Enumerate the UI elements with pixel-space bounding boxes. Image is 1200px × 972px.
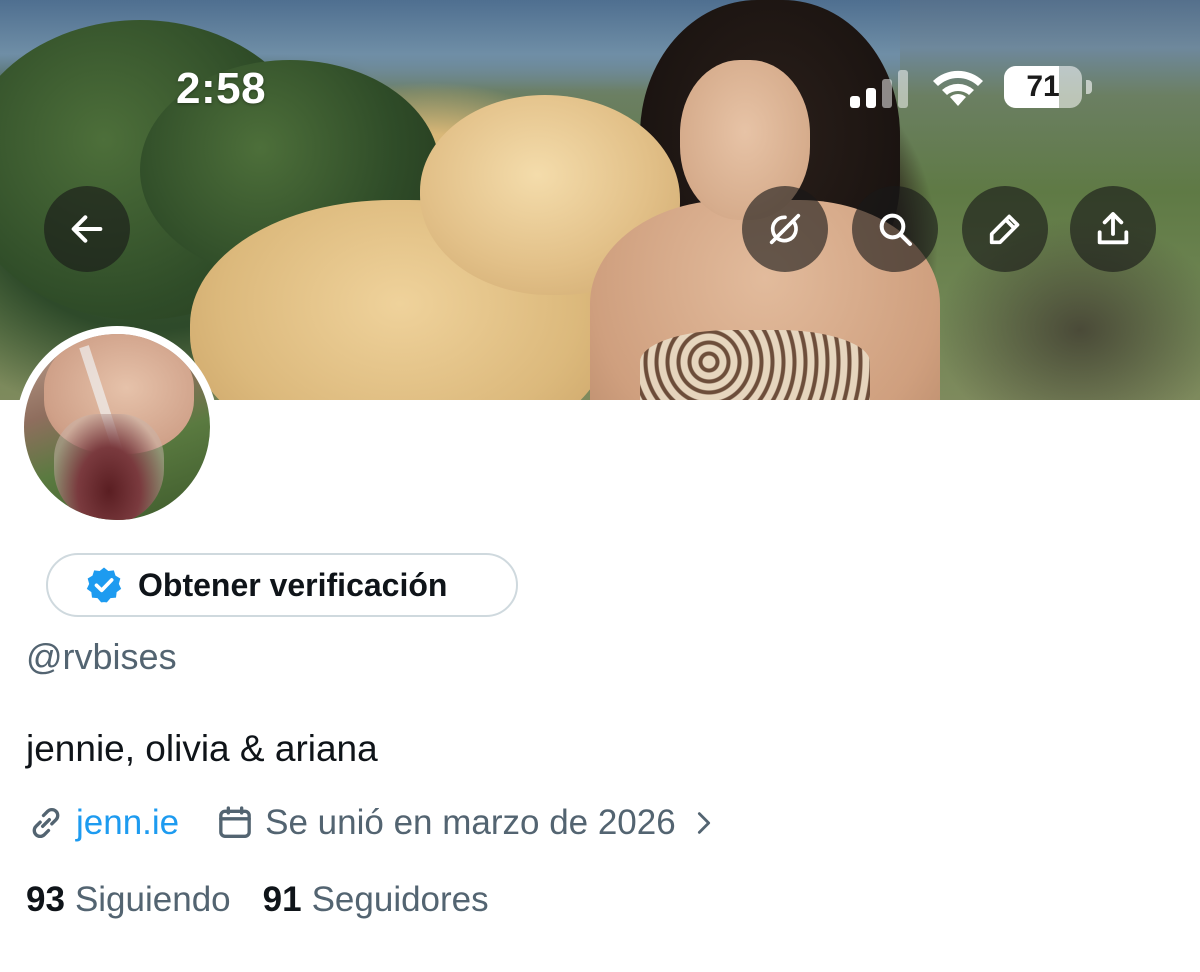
get-verified-button[interactable]: Obtener verificación — [46, 553, 518, 617]
followers-label[interactable]: Seguidores — [312, 880, 489, 920]
verified-badge-icon — [86, 567, 122, 603]
followers-count[interactable]: 91 — [263, 880, 302, 920]
profile-joined-date[interactable]: Se unió en marzo de 2026 — [265, 803, 676, 843]
profile-handle: @rvbises — [26, 636, 177, 677]
profile-bio: jennie, olivia & ariana — [26, 728, 378, 769]
grok-icon — [769, 213, 801, 245]
share-button[interactable] — [1070, 186, 1156, 272]
share-upload-icon — [1097, 212, 1129, 245]
get-verified-label: Obtener verificación — [138, 566, 448, 603]
avatar-image — [24, 334, 210, 520]
battery-cap — [1086, 80, 1092, 94]
calendar-icon — [219, 806, 251, 838]
signal-icon — [850, 70, 908, 108]
battery-icon: 71 — [1004, 66, 1082, 108]
edit-pencil-icon — [989, 214, 1020, 245]
profile-stats: 93 Siguiendo 91 Seguidores — [26, 880, 521, 920]
following-count[interactable]: 93 — [26, 880, 65, 920]
back-button[interactable] — [44, 186, 130, 272]
search-icon — [879, 213, 912, 246]
banner-garment — [640, 330, 870, 400]
avatar-wine-glass — [54, 414, 164, 520]
following-label[interactable]: Siguiendo — [75, 880, 231, 920]
status-time: 2:58 — [176, 64, 267, 113]
profile-avatar[interactable] — [16, 326, 218, 528]
link-icon — [32, 808, 60, 838]
profile-website-link[interactable]: jenn.ie — [76, 803, 179, 843]
profile-meta-row: jenn.ie Se unió en marzo de 2026 — [26, 800, 718, 846]
battery-level: 71 — [1026, 70, 1060, 103]
wifi-icon — [933, 70, 983, 106]
edit-button[interactable] — [962, 186, 1048, 272]
search-button[interactable] — [852, 186, 938, 272]
arrow-left-icon — [71, 215, 103, 243]
chevron-right-icon[interactable] — [690, 809, 718, 837]
grok-button[interactable] — [742, 186, 828, 272]
